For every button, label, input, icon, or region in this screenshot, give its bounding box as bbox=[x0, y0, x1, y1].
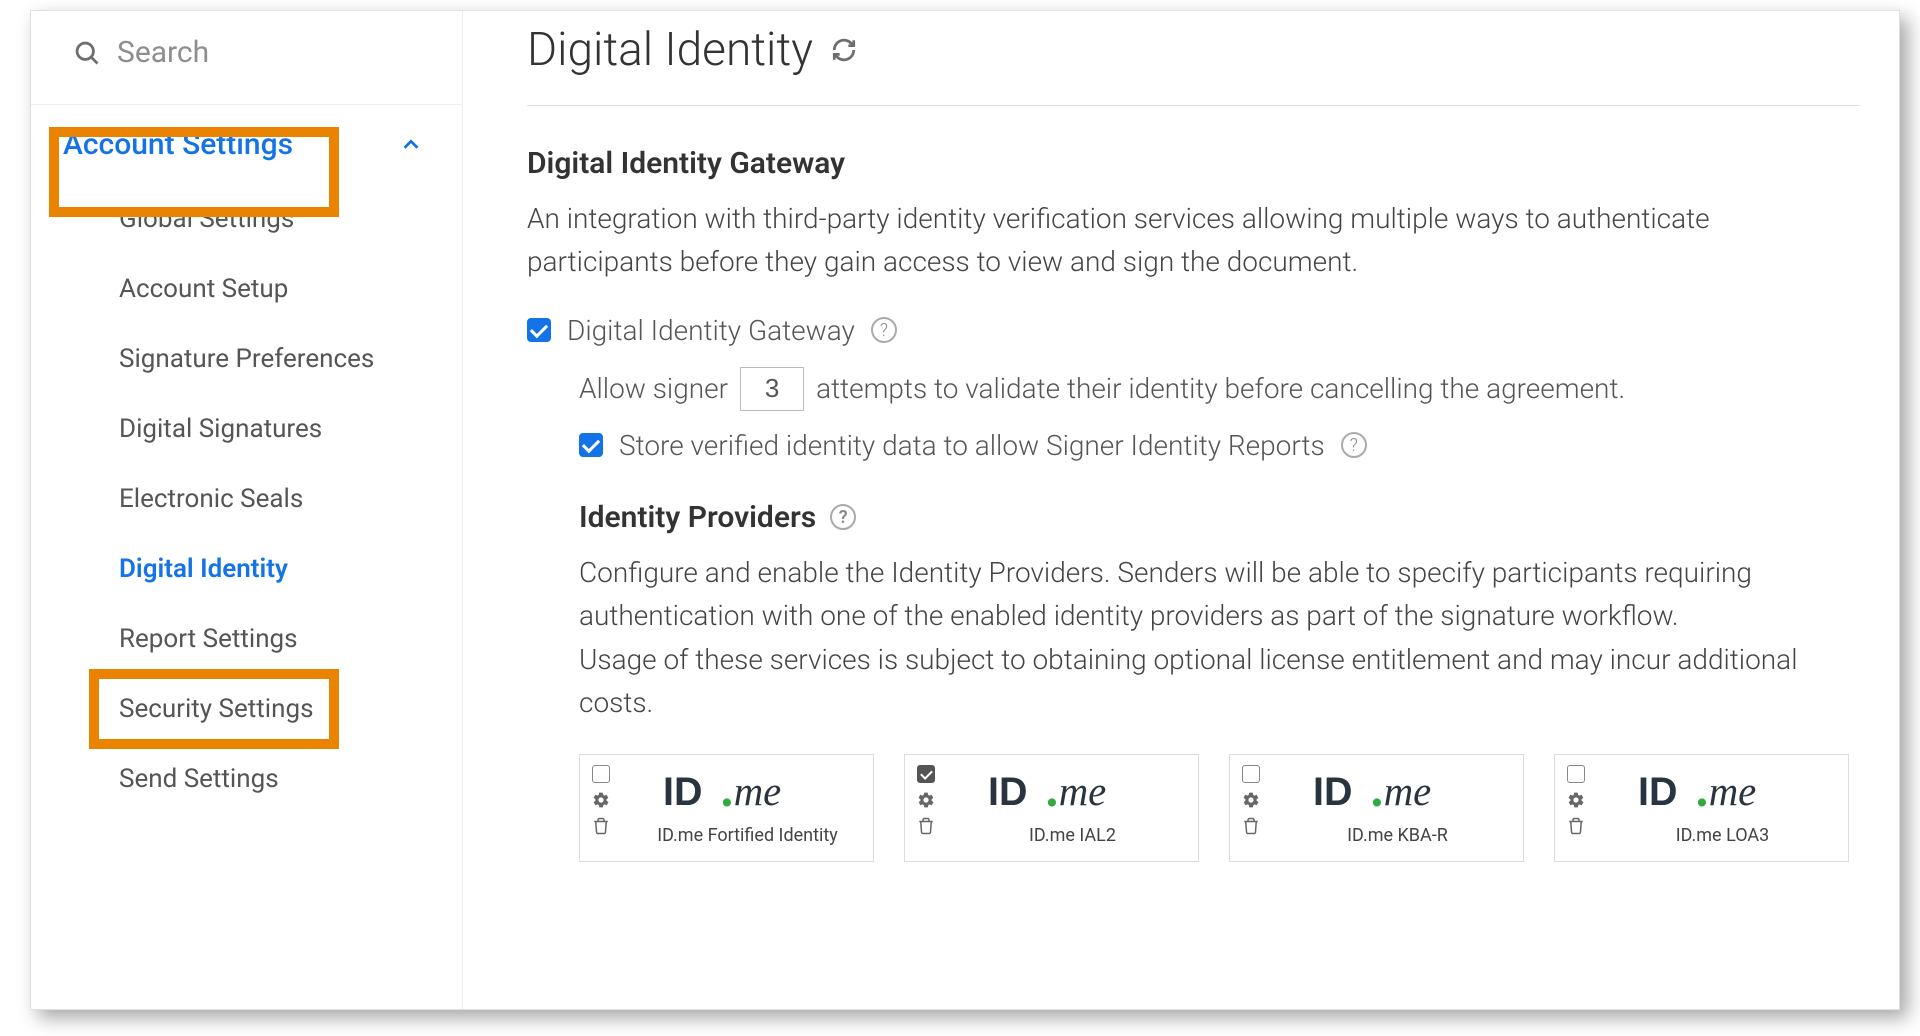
provider-caption: ID.me LOA3 bbox=[1676, 825, 1770, 846]
search-icon bbox=[73, 39, 101, 67]
provider-card-kba-r[interactable]: ID me ID.me KBA-R bbox=[1229, 754, 1524, 862]
gear-icon[interactable] bbox=[917, 791, 935, 809]
gear-icon[interactable] bbox=[1567, 791, 1585, 809]
svg-text:me: me bbox=[1383, 771, 1431, 814]
store-identity-label: Store verified identity data to allow Si… bbox=[619, 429, 1325, 462]
sidebar-item-electronic-seals[interactable]: Electronic Seals bbox=[31, 464, 462, 534]
nav-group-account-settings[interactable]: Account Settings bbox=[31, 105, 462, 184]
search-row[interactable]: Search bbox=[31, 35, 462, 104]
sidebar-item-global-settings[interactable]: Global Settings bbox=[31, 184, 462, 254]
idme-logo-icon: ID me bbox=[988, 771, 1158, 819]
help-icon[interactable] bbox=[1341, 432, 1367, 458]
idme-logo-icon: ID me bbox=[663, 771, 833, 819]
providers-heading: Identity Providers bbox=[579, 500, 856, 535]
store-identity-checkbox[interactable] bbox=[579, 433, 603, 457]
sidebar: Search Account Settings Global Settings … bbox=[31, 11, 463, 1009]
svg-text:ID: ID bbox=[1313, 771, 1352, 814]
trash-icon[interactable] bbox=[1567, 817, 1585, 835]
idme-logo-icon: ID me bbox=[1638, 771, 1808, 819]
gear-icon[interactable] bbox=[1242, 791, 1260, 809]
sidebar-item-security-settings[interactable]: Security Settings bbox=[31, 674, 462, 744]
gateway-heading: Digital Identity Gateway bbox=[527, 146, 845, 181]
help-icon[interactable] bbox=[871, 317, 897, 343]
gateway-enable-label: Digital Identity Gateway bbox=[567, 314, 855, 347]
sidebar-item-digital-signatures[interactable]: Digital Signatures bbox=[31, 394, 462, 464]
providers-grid: ID me ID.me Fortified Identity bbox=[579, 754, 1859, 862]
sidebar-item-account-setup[interactable]: Account Setup bbox=[31, 254, 462, 324]
svg-text:ID: ID bbox=[988, 771, 1027, 814]
providers-heading-text: Identity Providers bbox=[579, 500, 816, 535]
provider-caption: ID.me Fortified Identity bbox=[657, 825, 838, 846]
provider-enable-checkbox[interactable] bbox=[1242, 765, 1260, 783]
sidebar-item-report-settings[interactable]: Report Settings bbox=[31, 604, 462, 674]
provider-enable-checkbox[interactable] bbox=[1567, 765, 1585, 783]
search-placeholder: Search bbox=[117, 35, 209, 70]
sidebar-item-send-settings[interactable]: Send Settings bbox=[31, 744, 462, 814]
trash-icon[interactable] bbox=[1242, 817, 1260, 835]
refresh-icon[interactable] bbox=[831, 37, 857, 63]
provider-enable-checkbox[interactable] bbox=[917, 765, 935, 783]
page-title: Digital Identity bbox=[527, 23, 813, 77]
gear-icon[interactable] bbox=[592, 791, 610, 809]
provider-card-fortified[interactable]: ID me ID.me Fortified Identity bbox=[579, 754, 874, 862]
sidebar-item-signature-preferences[interactable]: Signature Preferences bbox=[31, 324, 462, 394]
provider-card-ial2[interactable]: ID me ID.me IAL2 bbox=[904, 754, 1199, 862]
svg-text:me: me bbox=[1058, 771, 1106, 814]
help-icon[interactable] bbox=[830, 504, 856, 530]
chevron-up-icon bbox=[400, 134, 422, 156]
attempts-post: attempts to validate their identity befo… bbox=[816, 372, 1625, 405]
svg-text:me: me bbox=[733, 771, 781, 814]
provider-caption: ID.me KBA-R bbox=[1347, 825, 1448, 846]
attempts-input[interactable] bbox=[740, 367, 804, 411]
idme-logo-icon: ID me bbox=[1313, 771, 1483, 819]
trash-icon[interactable] bbox=[917, 817, 935, 835]
providers-description: Configure and enable the Identity Provid… bbox=[579, 551, 1859, 725]
trash-icon[interactable] bbox=[592, 817, 610, 835]
svg-text:me: me bbox=[1708, 771, 1756, 814]
attempts-pre: Allow signer bbox=[579, 372, 728, 405]
provider-enable-checkbox[interactable] bbox=[592, 765, 610, 783]
svg-text:ID: ID bbox=[663, 771, 702, 814]
sidebar-item-digital-identity[interactable]: Digital Identity bbox=[31, 534, 462, 604]
provider-card-loa3[interactable]: ID me ID.me LOA3 bbox=[1554, 754, 1849, 862]
svg-text:ID: ID bbox=[1638, 771, 1677, 814]
main-panel: Digital Identity Digital Identity Gatewa… bbox=[463, 11, 1899, 1009]
gateway-enable-checkbox[interactable] bbox=[527, 318, 551, 342]
gateway-description: An integration with third-party identity… bbox=[527, 197, 1859, 284]
nav-group-label: Account Settings bbox=[63, 127, 293, 162]
provider-caption: ID.me IAL2 bbox=[1029, 825, 1116, 846]
